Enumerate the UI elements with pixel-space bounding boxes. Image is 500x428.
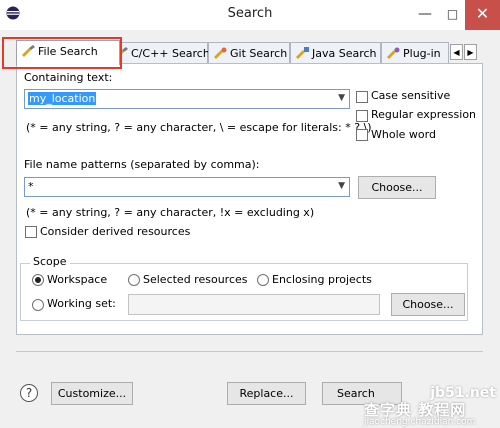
enclosing-projects-radio[interactable] bbox=[257, 274, 269, 286]
file-patterns-value: * bbox=[28, 180, 34, 193]
close-button[interactable]: ✕ bbox=[465, 0, 500, 30]
chevron-down-icon[interactable]: ▼ bbox=[338, 181, 345, 191]
replace-button[interactable]: Replace... bbox=[227, 382, 306, 405]
watermark-url: jiaocheng.chazidian.com bbox=[364, 417, 476, 427]
git-search-icon bbox=[214, 47, 227, 59]
containing-text-label: Containing text: bbox=[24, 71, 113, 84]
file-patterns-choose-button[interactable]: Choose... bbox=[358, 176, 436, 199]
maximize-button[interactable]: □ bbox=[440, 0, 465, 30]
containing-text-input[interactable]: my_location ▼ bbox=[24, 89, 350, 109]
workspace-label: Workspace bbox=[47, 273, 108, 286]
footer-separator bbox=[16, 351, 483, 352]
minimize-button[interactable]: — bbox=[410, 0, 440, 30]
tab-label: Java Search bbox=[312, 47, 377, 60]
chevron-down-icon[interactable]: ▼ bbox=[338, 93, 345, 103]
tab-scroll-left-button[interactable]: ◀ bbox=[450, 44, 463, 60]
selected-resources-radio[interactable] bbox=[128, 274, 140, 286]
title-bar: Search — □ ✕ bbox=[0, 0, 500, 30]
case-sensitive-checkbox[interactable] bbox=[356, 91, 368, 103]
tab-label: Git Search bbox=[230, 47, 288, 60]
scope-label: Scope bbox=[30, 255, 70, 268]
tab-java-search[interactable]: Java Search bbox=[290, 42, 381, 63]
tab-label: C/C++ Search bbox=[131, 47, 210, 60]
tab-cpp-search[interactable]: C/C++ Search bbox=[109, 42, 210, 63]
tab-git-search[interactable]: Git Search bbox=[208, 42, 290, 63]
working-set-field[interactable] bbox=[128, 294, 380, 315]
containing-text-hint: (* = any string, ? = any character, \ = … bbox=[26, 121, 372, 134]
derived-resources-checkbox[interactable] bbox=[25, 226, 37, 238]
case-sensitive-label: Case sensitive bbox=[371, 89, 451, 102]
plugin-search-icon bbox=[387, 47, 400, 59]
selected-resources-label: Selected resources bbox=[143, 273, 248, 286]
whole-word-checkbox[interactable] bbox=[356, 129, 368, 141]
working-set-choose-button[interactable]: Choose... bbox=[391, 293, 465, 316]
java-search-icon bbox=[296, 47, 309, 59]
regular-expression-checkbox[interactable] bbox=[356, 110, 368, 122]
containing-text-value: my_location bbox=[28, 92, 97, 105]
derived-resources-label: Consider derived resources bbox=[40, 225, 191, 238]
working-set-label: Working set: bbox=[47, 297, 116, 310]
file-patterns-label: File name patterns (separated by comma): bbox=[24, 158, 260, 171]
whole-word-label: Whole word bbox=[371, 128, 436, 141]
tab-plugin-search[interactable]: Plug-in bbox=[381, 42, 449, 63]
regular-expression-label: Regular expression bbox=[371, 108, 477, 121]
help-icon[interactable]: ? bbox=[20, 384, 38, 402]
workspace-radio[interactable] bbox=[32, 274, 44, 286]
customize-button[interactable]: Customize... bbox=[51, 382, 133, 405]
working-set-radio[interactable] bbox=[32, 299, 44, 311]
file-patterns-hint: (* = any string, ? = any character, !x =… bbox=[26, 206, 315, 219]
watermark: jb51.net 查字典 教程网 jiaocheng.chazidian.com bbox=[358, 385, 500, 428]
enclosing-projects-label: Enclosing projects bbox=[272, 273, 372, 286]
file-patterns-input[interactable]: * ▼ bbox=[24, 177, 350, 197]
tab-highlight-frame bbox=[2, 37, 122, 69]
tab-scroll-right-button[interactable]: ▶ bbox=[464, 44, 477, 60]
tab-label: Plug-in bbox=[403, 47, 441, 60]
